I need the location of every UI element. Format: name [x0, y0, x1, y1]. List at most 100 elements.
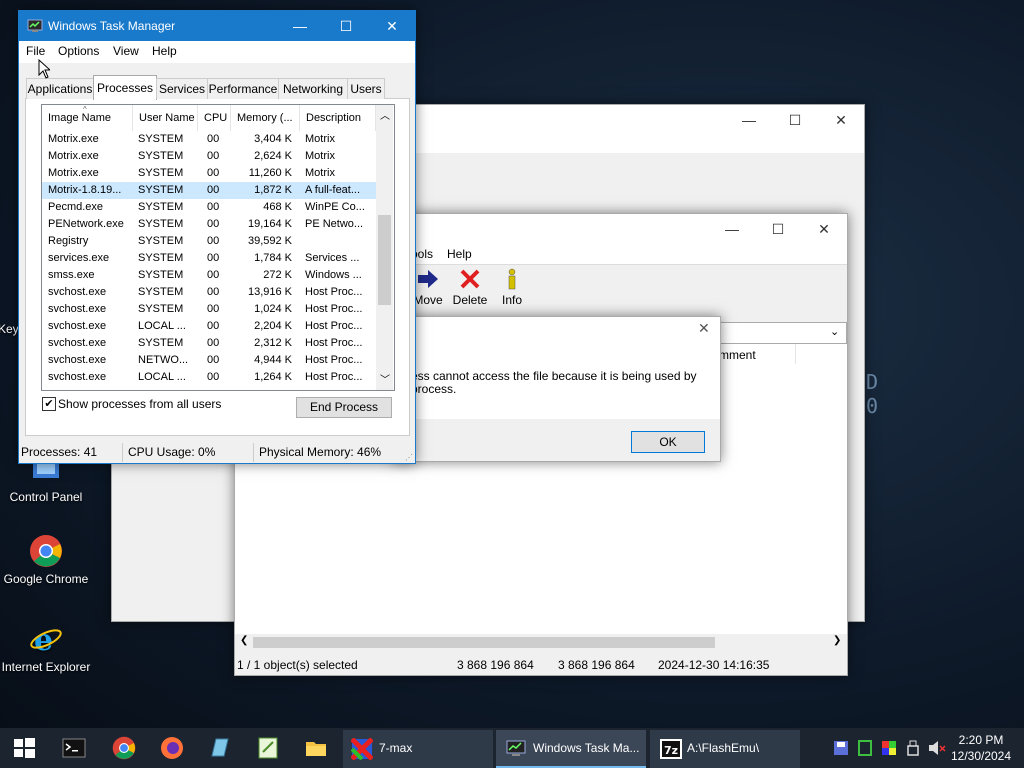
process-row[interactable]: services.exe SYSTEM 00 1,784 K Services ...: [42, 250, 376, 267]
task-manager-titlebar[interactable]: Windows Task Manager — ☐ ✕: [19, 11, 415, 41]
editor-app-icon[interactable]: [256, 736, 280, 760]
process-row[interactable]: Motrix.exe SYSTEM 00 3,404 K Motrix: [42, 131, 376, 148]
process-row[interactable]: PENetwork.exe SYSTEM 00 19,164 K PE Netwo...: [42, 216, 376, 233]
process-row[interactable]: Motrix.exe SYSTEM 00 11,260 K Motrix: [42, 165, 376, 182]
scroll-down-icon[interactable]: ﹀: [380, 371, 390, 386]
tab-users[interactable]: Users: [347, 78, 385, 99]
desktop-icon-internet-explorer[interactable]: e Internet Explorer: [1, 622, 91, 674]
process-row[interactable]: Motrix-1.8.19... SYSTEM 00 1,872 K A full-fe…: [42, 182, 376, 199]
error-dialog[interactable]: ✕ ess cannot access the file because it …: [392, 316, 721, 462]
desktop-icon-google-chrome[interactable]: Google Chrome: [1, 534, 91, 586]
process-cell-name: svchost.exe: [48, 320, 107, 332]
vertical-scrollbar[interactable]: ︿ ﹀: [376, 105, 393, 390]
minimize-button[interactable]: —: [709, 214, 755, 244]
task-manager-icon: [27, 19, 43, 32]
clock[interactable]: 2:20 PM 12/30/2024: [950, 732, 1012, 764]
process-cell-user: SYSTEM: [138, 235, 184, 247]
process-cell-user: LOCAL ...: [138, 320, 186, 332]
taskbar-task-task-manager[interactable]: Windows Task Ma...: [496, 730, 646, 768]
process-row[interactable]: svchost.exe SYSTEM 00 2,312 K Host Proc...: [42, 335, 376, 352]
close-button[interactable]: ✕: [801, 214, 847, 244]
column-header-user-name[interactable]: User Name: [133, 105, 198, 131]
scroll-up-icon[interactable]: ︿: [380, 107, 390, 122]
process-row[interactable]: smss.exe SYSTEM 00 272 K Windows ...: [42, 267, 376, 284]
column-header-comment[interactable]: mment: [719, 348, 756, 362]
toolbar-info-button[interactable]: Info: [496, 268, 528, 307]
close-icon[interactable]: ✕: [698, 320, 710, 337]
scrollbar-thumb[interactable]: [253, 637, 715, 648]
taskbar-task-7zip[interactable]: 7z A:\FlashEmu\: [650, 730, 800, 768]
color-tray-icon[interactable]: [881, 740, 897, 756]
menu-file[interactable]: File: [26, 44, 45, 58]
file-explorer-icon[interactable]: [304, 736, 328, 760]
process-cell-user: SYSTEM: [138, 252, 184, 264]
chevron-down-icon[interactable]: ⌄: [830, 325, 839, 338]
maximize-button[interactable]: ☐: [323, 11, 369, 41]
process-cell-user: SYSTEM: [138, 133, 184, 145]
taskbar-task-7max[interactable]: 7-max: [343, 730, 493, 768]
tab-services[interactable]: Services: [156, 78, 208, 99]
notes-app-icon[interactable]: [208, 736, 232, 760]
scroll-right-icon[interactable]: ❯: [833, 635, 841, 646]
process-cell-mem: 13,916 K: [247, 286, 292, 298]
command-prompt-icon[interactable]: [62, 736, 86, 760]
process-row[interactable]: svchost.exe LOCAL ... 00 2,204 K Host Proc..…: [42, 318, 376, 335]
desktop-icon-label: Internet Explorer: [1, 660, 91, 674]
menu-view[interactable]: View: [113, 44, 139, 58]
task-manager-window[interactable]: Windows Task Manager — ☐ ✕ File Options …: [18, 10, 416, 464]
tab-networking[interactable]: Networking: [278, 78, 348, 99]
menu-help[interactable]: Help: [152, 44, 177, 58]
green-tray-icon[interactable]: [857, 740, 873, 756]
start-windows-icon[interactable]: [12, 736, 36, 760]
show-all-users-checkbox[interactable]: ✔: [42, 397, 56, 411]
column-header-memory[interactable]: Memory (...: [231, 105, 300, 131]
column-header-image-name[interactable]: Image Name: [42, 105, 133, 131]
window-title: Windows Task Manager: [48, 19, 176, 33]
process-cell-name: svchost.exe: [48, 303, 107, 315]
tab-performance[interactable]: Performance: [207, 78, 279, 99]
process-cell-user: SYSTEM: [138, 337, 184, 349]
save-tray-icon[interactable]: [833, 740, 849, 756]
horizontal-scrollbar[interactable]: ❮ ❯: [235, 634, 847, 651]
tab-processes[interactable]: Processes: [93, 75, 157, 100]
scrollbar-thumb[interactable]: [378, 215, 391, 305]
svg-text:7z: 7z: [664, 744, 678, 757]
process-cell-user: SYSTEM: [138, 286, 184, 298]
process-cell-name: Motrix.exe: [48, 133, 99, 145]
column-header-cpu[interactable]: CPU: [198, 105, 231, 131]
volume-muted-icon[interactable]: [928, 740, 946, 756]
process-list[interactable]: ^ Image Name User Name CPU Memory (... D…: [41, 104, 395, 391]
firefox-icon[interactable]: [160, 736, 184, 760]
menu-options[interactable]: Options: [58, 44, 99, 58]
process-row[interactable]: svchost.exe SYSTEM 00 1,024 K Host Proc...: [42, 301, 376, 318]
process-row[interactable]: Registry SYSTEM 00 39,592 K: [42, 233, 376, 250]
end-process-button[interactable]: End Process: [296, 397, 392, 418]
toolbar-delete-button[interactable]: Delete: [450, 268, 490, 307]
process-cell-user: SYSTEM: [138, 303, 184, 315]
status-size: 3 868 196 864: [457, 658, 534, 672]
scroll-left-icon[interactable]: ❮: [240, 635, 248, 646]
process-cell-mem: 272 K: [263, 269, 292, 281]
task-label: Windows Task Ma...: [533, 741, 640, 755]
chrome-icon[interactable]: [112, 736, 136, 760]
process-cell-cpu: 00: [207, 269, 220, 281]
process-row[interactable]: svchost.exe NETWO... 00 4,944 K Host Proc...: [42, 352, 376, 369]
minimize-button[interactable]: —: [726, 105, 772, 135]
process-cell-user: SYSTEM: [138, 150, 184, 162]
ok-button[interactable]: OK: [631, 431, 705, 453]
process-row[interactable]: svchost.exe SYSTEM 00 13,916 K Host Proc...: [42, 284, 376, 301]
process-row[interactable]: Motrix.exe SYSTEM 00 2,624 K Motrix: [42, 148, 376, 165]
close-button[interactable]: ✕: [369, 11, 415, 41]
minimize-button[interactable]: —: [277, 11, 323, 41]
usb-tray-icon[interactable]: [905, 740, 921, 756]
column-header-description[interactable]: Description: [300, 105, 376, 131]
process-row[interactable]: Pecmd.exe SYSTEM 00 468 K WinPE Co...: [42, 199, 376, 216]
maximize-button[interactable]: ☐: [755, 214, 801, 244]
maximize-button[interactable]: ☐: [772, 105, 818, 135]
process-row[interactable]: svchost.exe LOCAL ... 00 1,264 K Host Proc..…: [42, 369, 376, 386]
tab-applications[interactable]: Applications: [26, 78, 94, 99]
close-button[interactable]: ✕: [818, 105, 864, 135]
task-manager-icon: [506, 740, 526, 756]
resize-grip-icon[interactable]: ⋰: [405, 453, 413, 462]
menu-help[interactable]: Help: [447, 247, 472, 261]
